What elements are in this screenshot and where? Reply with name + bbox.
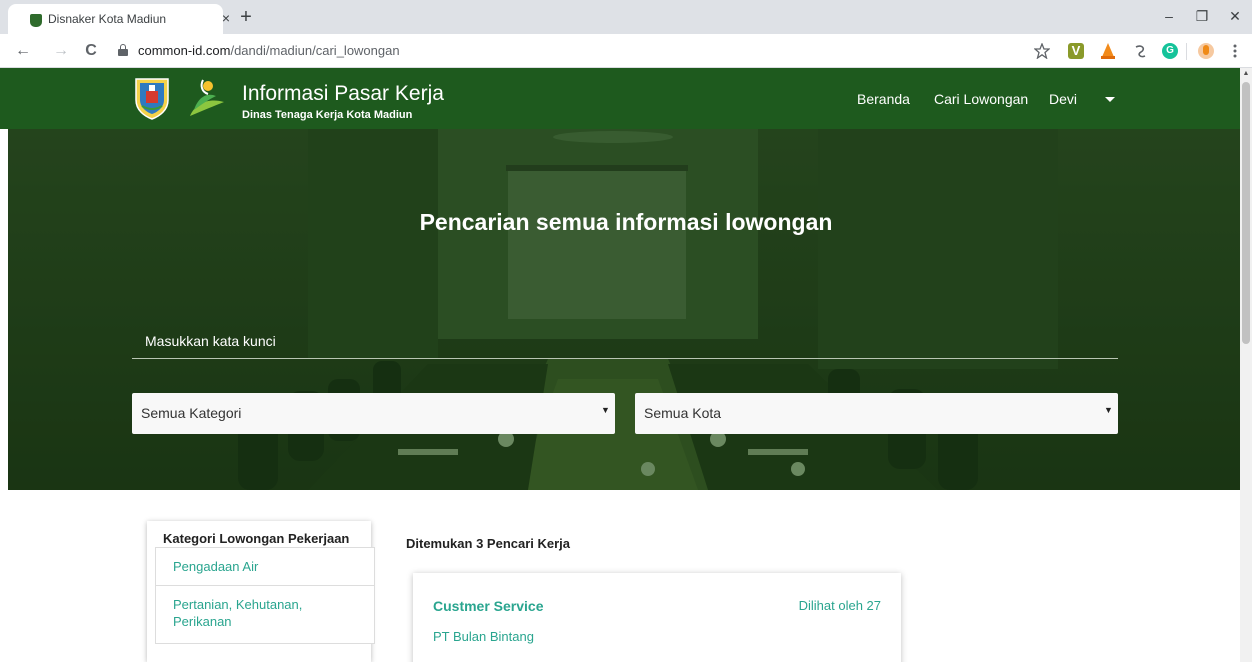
- sidebar-title: Kategori Lowongan Pekerjaan: [163, 531, 350, 546]
- user-menu[interactable]: Devi: [1049, 91, 1077, 107]
- disnaker-leaf-logo: [190, 79, 224, 116]
- web-page: Informasi Pasar Kerja Dinas Tenaga Kerja…: [0, 68, 1252, 662]
- extension-grammarly-icon[interactable]: G: [1162, 43, 1178, 59]
- madiun-seal-logo: [135, 78, 169, 120]
- sidebar-item-pertanian[interactable]: Pertanian, Kehutanan, Perikanan: [155, 585, 375, 644]
- new-tab-button[interactable]: +: [234, 5, 258, 29]
- browser-toolbar: ← → C common-id.com/dandi/madiun/cari_lo…: [0, 34, 1252, 68]
- chevron-down-icon[interactable]: [1105, 97, 1115, 102]
- nav-link-beranda[interactable]: Beranda: [857, 91, 910, 107]
- close-window-button[interactable]: ✕: [1220, 4, 1250, 28]
- profile-avatar-icon[interactable]: [1198, 43, 1214, 59]
- address-url[interactable]: common-id.com/dandi/madiun/cari_lowongan: [138, 43, 400, 58]
- city-select-value: Semua Kota: [644, 405, 722, 421]
- category-sidebar: Kategori Lowongan Pekerjaan Pengadaan Ai…: [147, 521, 375, 662]
- extension-cone-icon[interactable]: [1100, 42, 1116, 60]
- extension-swirl-icon[interactable]: [1132, 43, 1148, 59]
- nav-link-cari-lowongan[interactable]: Cari Lowongan: [934, 91, 1028, 107]
- maximize-button[interactable]: ❐: [1187, 4, 1217, 28]
- extension-v-icon[interactable]: V: [1068, 43, 1084, 59]
- brand-subtitle: Dinas Tenaga Kerja Kota Madiun: [242, 109, 413, 121]
- sidebar-item-label: Pertanian, Kehutanan, Perikanan: [173, 597, 303, 629]
- url-path: /dandi/madiun/cari_lowongan: [230, 43, 400, 58]
- category-select-value: Semua Kategori: [141, 405, 242, 421]
- star-icon[interactable]: [1034, 43, 1050, 59]
- hero-title: Pencarian semua informasi lowongan: [419, 209, 833, 235]
- meeting-room-background: [8, 129, 1240, 490]
- address-bar[interactable]: common-id.com/dandi/madiun/cari_lowongan: [110, 38, 1056, 64]
- keyword-search-input[interactable]: Masukkan kata kunci: [132, 323, 1118, 359]
- site-navbar: Informasi Pasar Kerja Dinas Tenaga Kerja…: [0, 68, 1240, 129]
- category-select[interactable]: Semua Kategori ▼: [132, 393, 615, 434]
- site-favicon-icon: [30, 14, 42, 27]
- url-host: common-id.com: [138, 43, 231, 58]
- lock-icon[interactable]: [118, 44, 128, 56]
- toolbar-divider: [1186, 43, 1187, 60]
- scroll-up-arrow-icon[interactable]: ▲: [1240, 68, 1252, 80]
- city-select[interactable]: Semua Kota ▼: [635, 393, 1118, 434]
- back-button[interactable]: ←: [12, 39, 34, 63]
- job-card[interactable]: Custmer Service Dilihat oleh 27 PT Bulan…: [413, 573, 901, 662]
- chevron-down-icon: ▼: [601, 405, 610, 415]
- reload-button[interactable]: C: [80, 39, 102, 63]
- tab-title: Disnaker Kota Madiun: [48, 12, 167, 26]
- tab-close-icon[interactable]: ×: [216, 8, 236, 28]
- forward-button[interactable]: →: [50, 39, 72, 63]
- brand-title[interactable]: Informasi Pasar Kerja: [242, 82, 444, 106]
- minimize-button[interactable]: –: [1154, 4, 1184, 28]
- browser-tab[interactable]: Disnaker Kota Madiun ×: [8, 4, 230, 34]
- more-menu-icon[interactable]: [1232, 43, 1238, 59]
- hero-banner: Pencarian semua informasi lowongan Masuk…: [8, 129, 1240, 490]
- scrollbar-thumb[interactable]: [1242, 82, 1250, 344]
- job-title[interactable]: Custmer Service: [433, 598, 544, 614]
- page-scrollbar[interactable]: ▲: [1240, 68, 1252, 662]
- sidebar-item-pengadaan-air[interactable]: Pengadaan Air: [155, 547, 375, 586]
- job-view-count: Dilihat oleh 27: [798, 598, 881, 613]
- sidebar-item-label: Pengadaan Air: [173, 559, 259, 574]
- job-company[interactable]: PT Bulan Bintang: [433, 629, 534, 644]
- chevron-down-icon: ▼: [1104, 405, 1113, 415]
- browser-tab-bar: Disnaker Kota Madiun × + – ❐ ✕: [0, 0, 1252, 34]
- keyword-placeholder: Masukkan kata kunci: [145, 333, 276, 349]
- result-count: Ditemukan 3 Pencari Kerja: [406, 536, 571, 551]
